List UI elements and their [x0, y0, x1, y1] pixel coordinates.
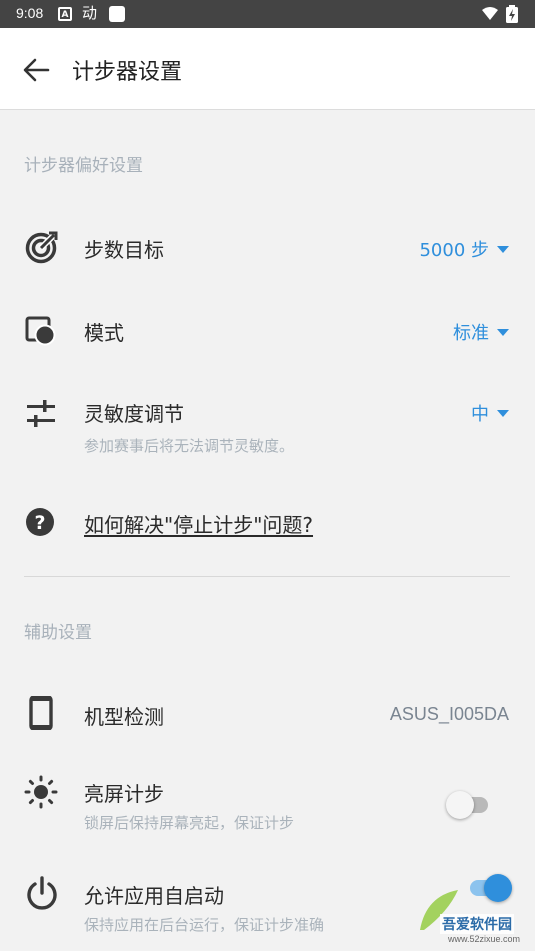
mode-value: 标准: [453, 323, 489, 344]
sensitivity-label: 灵敏度调节: [84, 402, 184, 426]
autostart-label: 允许应用自启动: [84, 884, 224, 908]
screen-on-row[interactable]: 亮屏计步 锁屏后保持屏幕亮起，保证计步: [0, 766, 535, 846]
watermark-text: 吾爱软件园: [440, 914, 514, 934]
target-icon: [25, 231, 58, 264]
sensitivity-note: 参加赛事后将无法调节灵敏度。: [84, 437, 295, 455]
step-goal-value: 5000 步: [419, 240, 489, 261]
autostart-note: 保持应用在后台运行，保证计步准确: [84, 916, 325, 934]
screen-on-label: 亮屏计步: [84, 782, 164, 806]
sensitivity-dropdown[interactable]: 中: [471, 400, 509, 426]
step-goal-dropdown[interactable]: 5000 步: [419, 236, 509, 262]
screen-on-toggle[interactable]: [446, 791, 492, 819]
notification-square-icon: [109, 6, 125, 22]
help-icon: ?: [26, 508, 54, 536]
mode-dropdown[interactable]: 标准: [453, 319, 509, 345]
device-label: 机型检测: [84, 705, 164, 729]
status-bar: 9:08 A 动: [0, 0, 535, 28]
notification-sport-icon: 动: [82, 4, 98, 22]
section-header-assist: 辅助设置: [24, 623, 92, 643]
notification-app-icon: A: [58, 7, 72, 21]
toggle-thumb: [446, 791, 474, 819]
power-icon: [27, 876, 57, 910]
device-row[interactable]: 机型检测 ASUS_I005DA: [0, 676, 535, 752]
help-link[interactable]: 如何解决"停止计步"问题?: [84, 509, 313, 538]
watermark-logo: 吾爱软件园 www.52zixue.com: [412, 886, 532, 948]
status-time: 9:08: [16, 5, 44, 21]
page-title: 计步器设置: [72, 60, 183, 85]
wifi-icon: [482, 7, 498, 20]
sensitivity-row[interactable]: 灵敏度调节 参加赛事后将无法调节灵敏度。 中: [0, 380, 535, 468]
back-arrow-icon[interactable]: [22, 56, 50, 84]
sensitivity-value: 中: [471, 404, 489, 425]
app-bar: 计步器设置: [0, 28, 535, 110]
svg-text:?: ?: [34, 512, 45, 534]
step-goal-label: 步数目标: [84, 238, 164, 262]
device-model-value: ASUS_I005DA: [389, 704, 509, 724]
mode-label: 模式: [84, 321, 124, 345]
help-row[interactable]: ? 如何解决"停止计步"问题?: [0, 488, 535, 558]
mode-row[interactable]: 模式 标准: [0, 292, 535, 368]
dropdown-caret-icon: [497, 328, 509, 336]
brightness-icon: [24, 775, 58, 809]
section-header-pedometer: 计步器偏好设置: [24, 156, 143, 176]
divider: [24, 576, 510, 577]
step-goal-row[interactable]: 步数目标 5000 步: [0, 210, 535, 286]
battery-icon: [506, 5, 518, 23]
mode-icon: [25, 316, 56, 346]
sliders-icon: [27, 400, 55, 427]
dropdown-caret-icon: [497, 409, 509, 417]
phone-icon: [29, 696, 53, 730]
watermark-url: www.52zixue.com: [448, 934, 521, 944]
screen-on-note: 锁屏后保持屏幕亮起，保证计步: [84, 814, 295, 832]
dropdown-caret-icon: [497, 245, 509, 253]
